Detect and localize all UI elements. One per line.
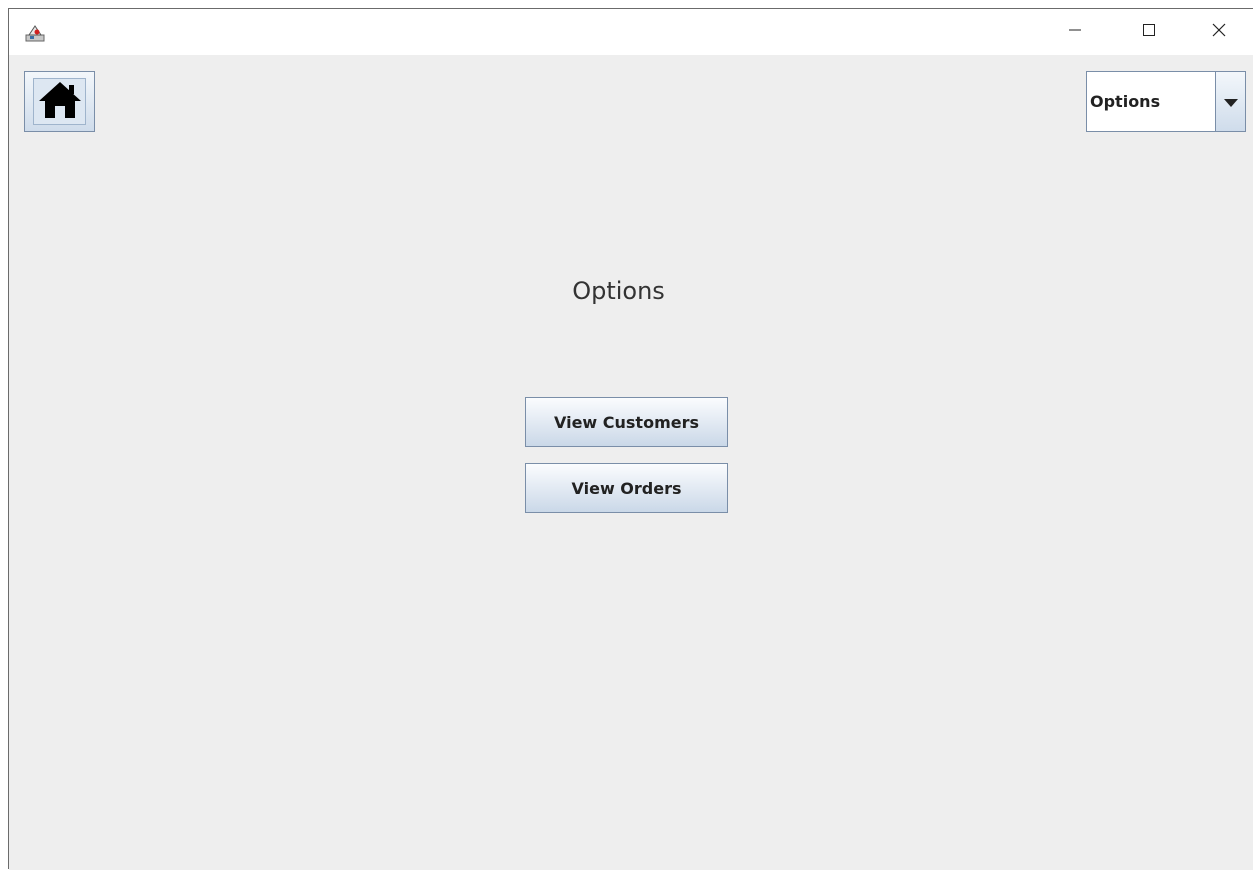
dropdown-arrow-button[interactable] <box>1215 72 1245 131</box>
close-button[interactable] <box>1196 9 1242 55</box>
home-button-inner <box>33 78 86 125</box>
home-button[interactable] <box>24 71 95 132</box>
java-app-icon <box>25 23 45 43</box>
view-orders-button[interactable]: View Orders <box>525 463 728 513</box>
options-dropdown[interactable]: Options <box>1086 71 1246 132</box>
chevron-down-icon <box>1223 92 1238 111</box>
home-icon <box>38 80 82 124</box>
content-panel: Options Options View Customers View Orde… <box>9 55 1253 870</box>
app-window: Options Options View Customers View Orde… <box>8 8 1253 870</box>
minimize-icon <box>1067 22 1083 42</box>
maximize-button[interactable] <box>1126 9 1172 55</box>
options-dropdown-value: Options <box>1090 92 1161 111</box>
minimize-button[interactable] <box>1052 9 1098 55</box>
view-customers-button[interactable]: View Customers <box>525 397 728 447</box>
maximize-icon <box>1141 22 1157 42</box>
title-bar <box>9 9 1253 55</box>
page-title: Options <box>572 277 665 305</box>
close-icon <box>1211 22 1227 42</box>
